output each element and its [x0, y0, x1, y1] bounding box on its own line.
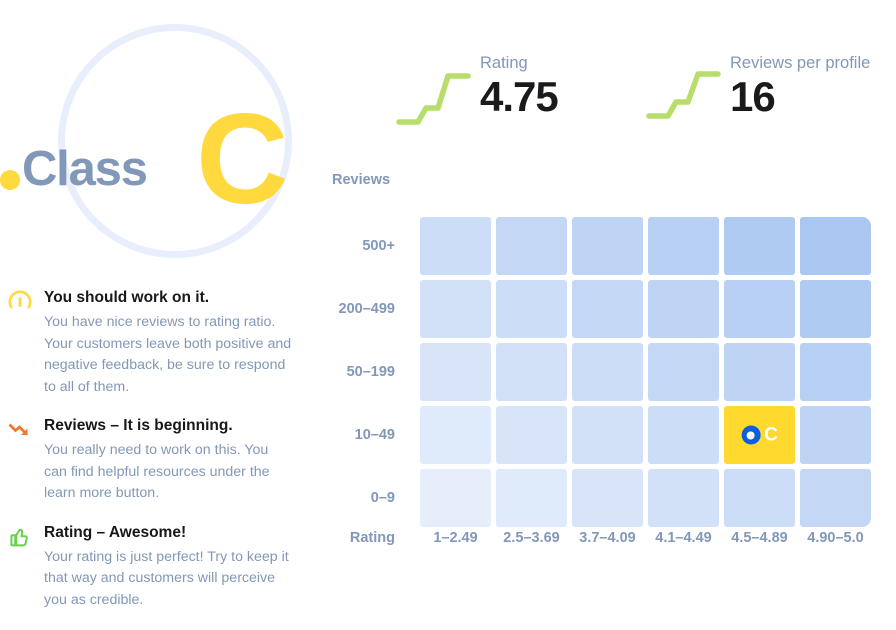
- heatmap-cell[interactable]: [420, 469, 491, 527]
- heatmap-x-tick-labels: 1–2.49 2.5–3.69 3.7–4.09 4.1–4.49 4.5–4.89 4.…: [420, 530, 871, 546]
- metric-value: 16: [730, 72, 776, 120]
- trend-down-icon: [8, 423, 28, 436]
- advice-item-reviews: Reviews – It is beginning. You really ne…: [0, 416, 320, 505]
- heatmap-cell[interactable]: [724, 217, 795, 275]
- heatmap-x-tick-label: 3.7–4.09: [579, 530, 636, 546]
- heatmap-cell[interactable]: [800, 217, 871, 275]
- advice-body: Your rating is just perfect! Try to keep…: [44, 548, 289, 608]
- heatmap-x-tick-label: 4.5–4.89: [731, 530, 788, 546]
- step-up-sparkline-icon: [646, 71, 721, 119]
- class-label: Class: [22, 142, 148, 196]
- heatmap-cell[interactable]: [572, 280, 643, 338]
- heatmap-row: 10–49 C: [355, 406, 871, 464]
- heatmap-cell[interactable]: [496, 406, 567, 464]
- metric-value: 4.75: [480, 72, 559, 120]
- heatmap-cell[interactable]: [572, 343, 643, 401]
- heatmap-y-tick-label: 10–49: [354, 427, 395, 443]
- heatmap-y-tick-label: 500+: [362, 238, 395, 254]
- heatmap-cell[interactable]: [420, 343, 491, 401]
- metric-label: Reviews per profile: [730, 54, 871, 72]
- current-position-marker: C: [741, 424, 778, 446]
- heatmap-x-tick-label: 4.90–5.0: [807, 530, 864, 546]
- emblem-dot-decoration: [0, 170, 20, 190]
- heatmap-cell[interactable]: [800, 343, 871, 401]
- metric-label: Rating: [480, 54, 528, 72]
- heatmap-cell[interactable]: [496, 280, 567, 338]
- heatmap-cell[interactable]: [572, 406, 643, 464]
- heatmap-y-axis-title: Reviews: [332, 172, 391, 188]
- advice-title: Reviews – It is beginning.: [44, 417, 233, 435]
- heatmap-cell[interactable]: [496, 343, 567, 401]
- heatmap-cell[interactable]: [648, 406, 719, 464]
- advice-title: You should work on it.: [44, 289, 210, 306]
- heatmap-cell[interactable]: [724, 469, 795, 527]
- heatmap-cell[interactable]: [420, 280, 491, 338]
- advice-title: Rating – Awesome!: [44, 523, 187, 541]
- metrics-row: Rating 4.75 Reviews per profile 16: [396, 50, 896, 128]
- heatmap-cell-highlighted[interactable]: C: [724, 406, 795, 464]
- heatmap-x-axis: Rating 1–2.49 2.5–3.69 3.7–4.09 4.1–4.49 4.5…: [330, 530, 871, 546]
- advice-item-rating: Rating – Awesome! Your rating is just pe…: [0, 523, 320, 612]
- metric-rating: Rating 4.75: [396, 50, 646, 128]
- heatmap-cell[interactable]: [648, 343, 719, 401]
- heatmap-row: 50–199: [347, 343, 871, 401]
- heatmap-cell[interactable]: [648, 217, 719, 275]
- heatmap-y-tick-label: 50–199: [346, 364, 395, 380]
- advice-body: You have nice reviews to rating ratio. Y…: [44, 313, 292, 395]
- heatmap-cell[interactable]: [648, 469, 719, 527]
- heatmap-grid: 500+ 200–499 50–199 10–49 C 0–9: [339, 217, 871, 527]
- heatmap-y-tick-label: 200–499: [338, 301, 395, 317]
- heatmap-row: 0–9: [371, 469, 871, 527]
- class-grade-letter: C: [196, 88, 288, 231]
- heatmap-cell[interactable]: [724, 343, 795, 401]
- heatmap-cell[interactable]: [572, 469, 643, 527]
- heatmap-x-tick-label: 4.1–4.49: [655, 530, 712, 546]
- class-emblem: Class C: [0, 0, 330, 270]
- heatmap-cell[interactable]: [800, 406, 871, 464]
- heatmap-cell[interactable]: [648, 280, 719, 338]
- thumbs-up-icon: [10, 528, 28, 547]
- heatmap-x-axis-title: Rating: [349, 530, 395, 546]
- heatmap-row: 500+: [362, 217, 871, 275]
- heatmap-cell[interactable]: [800, 469, 871, 527]
- heatmap-cell[interactable]: [496, 217, 567, 275]
- heatmap-x-tick-label: 1–2.49: [433, 530, 478, 546]
- advice-list: You should work on it. You have nice rev…: [0, 288, 320, 630]
- gauge-icon: [8, 290, 32, 309]
- advice-body: You really need to work on this. You can…: [44, 442, 270, 502]
- heatmap-cell[interactable]: [420, 406, 491, 464]
- heatmap-cell[interactable]: [496, 469, 567, 527]
- heatmap-cell[interactable]: [572, 217, 643, 275]
- heatmap-cell[interactable]: [420, 217, 491, 275]
- heatmap-y-tick-label: 0–9: [370, 490, 395, 506]
- step-up-sparkline-icon: [396, 73, 471, 125]
- position-grade-letter: C: [764, 424, 778, 446]
- advice-item-reviews-ratio: You should work on it. You have nice rev…: [0, 288, 320, 398]
- position-dot-icon: [741, 425, 761, 445]
- heatmap-cell[interactable]: [724, 280, 795, 338]
- heatmap-cell[interactable]: [800, 280, 871, 338]
- metric-reviews-per-profile: Reviews per profile 16: [646, 50, 896, 128]
- heatmap-x-tick-label: 2.5–3.69: [503, 530, 560, 546]
- heatmap-row: 200–499: [339, 280, 871, 338]
